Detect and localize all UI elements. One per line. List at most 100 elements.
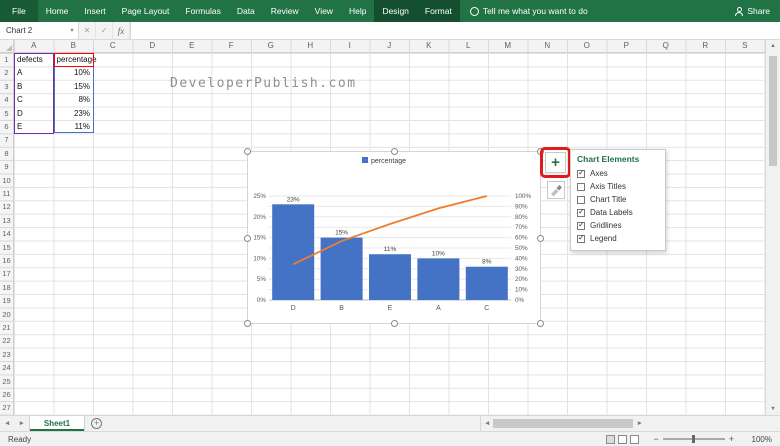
page-break-view-icon[interactable] [630,434,640,444]
checkbox-axes[interactable]: ✓ [577,168,585,178]
horizontal-scrollbar[interactable]: ◄ ► [480,416,780,431]
name-box-dropdown-icon[interactable]: ▾ [66,27,78,34]
checkbox-gridlines[interactable]: ✓ [577,220,585,230]
ribbon-tab-file[interactable]: File [0,0,38,22]
pareto-chart[interactable]: 23% D 15% B 11% E 10% A 8% C 0% 5% 10% 15% 20% 25% 0% 10%… [244,148,544,327]
col-header-R[interactable]: R [686,40,726,52]
zoom-slider[interactable] [662,435,725,443]
ribbon-tab-data[interactable]: Data [229,0,263,22]
row-header-24[interactable]: 24 [0,361,13,374]
chart-elements-item-axis-titles[interactable]: Axis Titles [577,180,659,193]
normal-view-icon[interactable] [606,434,616,444]
scroll-down-icon[interactable]: ▼ [766,406,780,412]
ribbon-tab-format[interactable]: Format [417,0,460,22]
row-header-23[interactable]: 23 [0,348,13,361]
scroll-right-icon[interactable]: ► [633,420,645,427]
col-header-P[interactable]: P [607,40,647,52]
row-header-9[interactable]: 9 [0,160,13,173]
name-box[interactable]: Chart 2 ▾ [0,22,79,39]
row-header-15[interactable]: 15 [0,241,13,254]
col-header-A[interactable]: A [14,40,54,52]
ribbon-tab-help[interactable]: Help [341,0,374,22]
col-header-K[interactable]: K [409,40,449,52]
vertical-scroll-thumb[interactable] [769,56,777,166]
col-header-O[interactable]: O [567,40,607,52]
ribbon-tab-formulas[interactable]: Formulas [177,0,228,22]
cell-B4[interactable]: 8% [54,93,94,106]
row-header-26[interactable]: 26 [0,388,13,401]
col-header-S[interactable]: S [725,40,765,52]
chart-resize-handle[interactable] [391,148,398,155]
page-layout-view-icon[interactable] [618,434,628,444]
cell-B5[interactable]: 23% [54,107,94,120]
zoom-in-icon[interactable]: + [725,434,738,444]
checkbox-data-labels[interactable]: ✓ [577,207,585,217]
chart-elements-item-axes[interactable]: ✓ Axes [577,167,659,180]
ribbon-tab-review[interactable]: Review [263,0,307,22]
zoom-out-icon[interactable]: − [649,434,662,444]
chart-resize-handle[interactable] [244,234,251,242]
row-header-16[interactable]: 16 [0,254,13,267]
cell-B6[interactable]: 11% [54,120,94,133]
row-header-7[interactable]: 7 [0,133,13,146]
chart-resize-handle[interactable] [537,320,544,327]
chart-elements-item-gridlines[interactable]: ✓ Gridlines [577,219,659,232]
row-header-4[interactable]: 4 [0,93,13,106]
row-header-3[interactable]: 3 [0,80,13,93]
cell-A1[interactable]: defects [14,53,54,66]
chart-styles-button[interactable] [547,181,565,199]
row-header-13[interactable]: 13 [0,214,13,227]
checkbox-axis-titles[interactable] [577,182,585,191]
ribbon-tab-view[interactable]: View [307,0,341,22]
insert-function-button[interactable]: fx [113,22,130,39]
row-header-11[interactable]: 11 [0,187,13,200]
col-header-E[interactable]: E [172,40,212,52]
col-header-I[interactable]: I [330,40,370,52]
sheet-nav-left-icon[interactable]: ◄ [0,416,14,431]
col-header-N[interactable]: N [528,40,568,52]
chart-resize-handle[interactable] [537,234,544,242]
cell-B2[interactable]: 10% [54,66,94,79]
ribbon-tab-page-layout[interactable]: Page Layout [114,0,178,22]
row-header-17[interactable]: 17 [0,267,13,280]
col-header-B[interactable]: B [54,40,94,52]
cell-A6[interactable]: E [14,120,54,133]
col-header-M[interactable]: M [488,40,528,52]
sheet-tab-sheet1[interactable]: Sheet1 [28,416,86,431]
chart-elements-item-chart-title[interactable]: Chart Title [577,193,659,206]
row-header-14[interactable]: 14 [0,227,13,240]
tell-me-box[interactable]: Tell me what you want to do [469,0,588,22]
row-header-18[interactable]: 18 [0,281,13,294]
col-header-D[interactable]: D [133,40,173,52]
row-header-5[interactable]: 5 [0,107,13,120]
chart-resize-handle[interactable] [391,320,398,327]
sheet-nav-right-icon[interactable]: ► [14,416,28,431]
row-header-21[interactable]: 21 [0,321,13,334]
chart-elements-item-data-labels[interactable]: ✓ Data Labels [577,206,659,219]
col-header-H[interactable]: H [291,40,331,52]
row-header-20[interactable]: 20 [0,308,13,321]
select-all-corner[interactable] [0,40,14,53]
formula-input[interactable] [130,22,780,39]
ribbon-tab-insert[interactable]: Insert [76,0,113,22]
cancel-button[interactable]: ✕ [79,22,96,39]
checkbox-chart-title[interactable] [577,195,585,204]
row-header-8[interactable]: 8 [0,147,13,160]
row-header-25[interactable]: 25 [0,375,13,388]
row-header-1[interactable]: 1 [0,53,13,66]
chart-resize-handle[interactable] [537,148,544,155]
col-header-C[interactable]: C [93,40,133,52]
col-header-G[interactable]: G [251,40,291,52]
cell-A2[interactable]: A [14,66,54,79]
col-header-J[interactable]: J [370,40,410,52]
ribbon-tab-design[interactable]: Design [374,0,416,22]
share-button[interactable]: Share [734,0,770,22]
chart-elements-item-legend[interactable]: ✓ Legend [577,232,659,245]
row-header-2[interactable]: 2 [0,66,13,79]
col-header-F[interactable]: F [212,40,252,52]
chart-resize-handle[interactable] [244,148,251,155]
row-header-12[interactable]: 12 [0,200,13,213]
new-sheet-button[interactable]: + [91,418,103,429]
row-header-19[interactable]: 19 [0,294,13,307]
zoom-slider-thumb[interactable] [691,435,695,443]
